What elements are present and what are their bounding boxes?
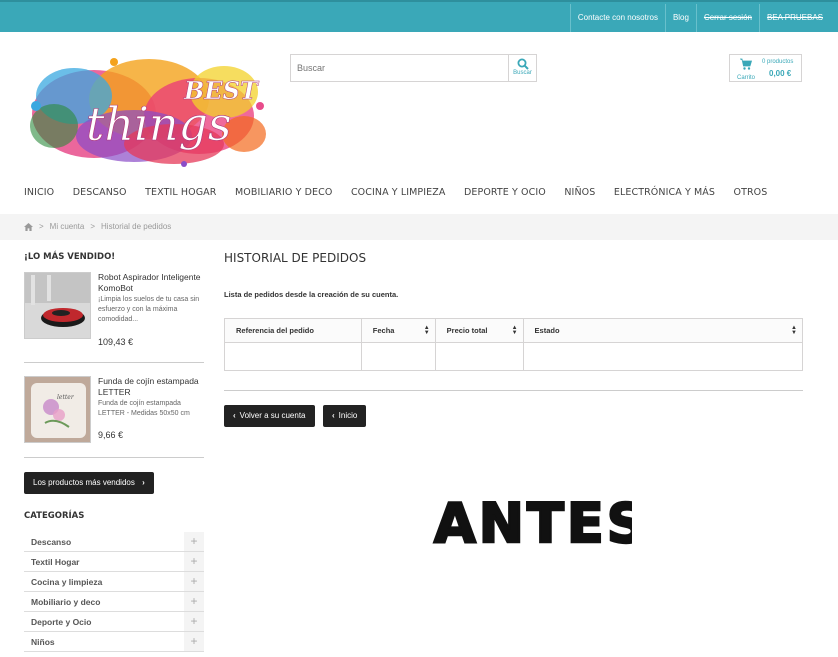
orders-table: Referencia del pedido Fecha ▲ ▼ Precio tot… [224, 318, 804, 371]
expand-plus-icon[interactable]: + [184, 632, 204, 651]
product-name[interactable]: Robot Aspirador Inteligente KomoBot [98, 272, 208, 294]
product-description: Funda de cojín estampada LETTER - Medida… [98, 400, 190, 417]
expand-plus-icon[interactable]: + [184, 572, 204, 591]
search-button[interactable]: Buscar [508, 55, 536, 81]
chevron-left-icon: ‹ [233, 411, 236, 420]
top-links: Contacte con nosotros Blog Cerrar sesión… [569, 4, 830, 32]
bestsellers-button[interactable]: Los productos más vendidos › [24, 472, 154, 494]
product-image-robot[interactable] [24, 272, 91, 339]
expand-plus-icon[interactable]: + [184, 532, 204, 551]
table-cell [360, 342, 436, 371]
table-row [224, 342, 804, 371]
sort-icon[interactable]: ▲ ▼ [512, 325, 518, 336]
home-icon[interactable] [24, 223, 33, 231]
antes-text: ANTES [434, 492, 632, 555]
chevron-right-icon: › [142, 478, 145, 487]
product-description: ¡Limpia los suelos de tu casa sin esfuer… [98, 296, 200, 323]
main-nav: INICIO DESCANSO TEXTIL HOGAR MOBILIARIO … [24, 184, 786, 202]
bestsellers-button-label: Los productos más vendidos [33, 478, 135, 487]
divider [224, 390, 803, 391]
bestsellers-title: ¡LO MÁS VENDIDO! [24, 252, 116, 262]
expand-plus-icon[interactable]: + [184, 552, 204, 571]
nav-item-textil-hogar[interactable]: TEXTIL HOGAR [145, 184, 216, 202]
search-icon [517, 58, 529, 70]
page-info: Lista de pedidos desde la creación de su… [224, 290, 399, 299]
nav-item-inicio[interactable]: INICIO [24, 184, 54, 202]
breadcrumb-separator: > [39, 222, 44, 231]
expand-plus-icon[interactable]: + [184, 612, 204, 631]
category-item[interactable]: Descanso + [24, 532, 204, 552]
page-title: HISTORIAL DE PEDIDOS [224, 251, 367, 265]
back-to-account-button[interactable]: ‹ Volver a su cuenta [224, 405, 315, 427]
breadcrumb-current: Historial de pedidos [101, 222, 172, 231]
logo-things-text: things [86, 97, 232, 151]
column-header-reference[interactable]: Referencia del pedido [224, 318, 362, 343]
cart-count: 0 productos [762, 59, 794, 65]
category-item[interactable]: Niños + [24, 632, 204, 652]
expand-plus-icon[interactable]: + [184, 592, 204, 611]
category-label[interactable]: Cocina y limpieza [31, 572, 102, 592]
blog-link[interactable]: Blog [664, 4, 696, 32]
category-label[interactable]: Descanso [31, 532, 71, 552]
category-label[interactable]: Niños [31, 632, 55, 652]
cart-total: 0,00 € [769, 69, 792, 78]
category-label[interactable]: Textil Hogar [31, 552, 80, 572]
category-item[interactable]: Textil Hogar + [24, 552, 204, 572]
column-header-status[interactable]: Estado ▲ ▼ [522, 318, 804, 343]
nav-item-electronica[interactable]: ELECTRÓNICA Y MÁS [614, 184, 715, 202]
nav-item-mobiliario[interactable]: MOBILIARIO Y DECO [235, 184, 332, 202]
categories-list: Descanso + Textil Hogar + Cocina y limpi… [24, 532, 204, 652]
bestseller-product[interactable]: letter Funda de cojín estampada LETTER F… [24, 376, 204, 456]
cart-label: Carrito [736, 75, 755, 81]
sort-icon[interactable]: ▲ ▼ [424, 325, 430, 336]
column-header-date[interactable]: Fecha ▲ ▼ [360, 318, 436, 343]
site-logo[interactable]: BEST things [24, 44, 270, 170]
home-button[interactable]: ‹ Inicio [323, 405, 367, 427]
sort-icon[interactable]: ▲ ▼ [791, 325, 797, 336]
bestseller-product[interactable]: Robot Aspirador Inteligente KomoBot ¡Lim… [24, 272, 204, 352]
account-name-link[interactable]: BEA PRUEBAS [758, 4, 830, 32]
table-cell [224, 342, 362, 371]
categories-title: CATEGORÍAS [24, 511, 85, 521]
back-button-label: Volver a su cuenta [239, 411, 306, 420]
nav-item-cocina[interactable]: COCINA Y LIMPIEZA [351, 184, 446, 202]
divider [24, 362, 204, 363]
category-label[interactable]: Mobiliario y deco [31, 592, 100, 612]
cart-icon [740, 58, 753, 70]
category-item[interactable]: Cocina y limpieza + [24, 572, 204, 592]
nav-item-deporte[interactable]: DEPORTE Y OCIO [464, 184, 546, 202]
antes-annotation: ANTES [433, 491, 632, 555]
svg-text:letter: letter [57, 394, 75, 401]
search-button-label: Buscar [513, 70, 532, 76]
product-price: 9,66 € [98, 430, 124, 440]
table-cell [522, 342, 804, 371]
home-button-label: Inicio [338, 411, 358, 420]
column-header-total[interactable]: Precio total ▲ ▼ [434, 318, 524, 343]
search-input[interactable] [291, 55, 509, 81]
nav-item-otros[interactable]: OTROS [734, 184, 768, 202]
cart-widget[interactable]: Carrito 0 productos 0,00 € [729, 54, 802, 82]
breadcrumb-separator: > [90, 222, 96, 231]
nav-item-ninos[interactable]: NIÑOS [564, 184, 595, 202]
category-item[interactable]: Mobiliario y deco + [24, 592, 204, 612]
breadcrumb-bar: > Mi cuenta > Historial de pedidos [0, 214, 838, 240]
logout-link[interactable]: Cerrar sesión [695, 4, 759, 32]
product-image-cushion[interactable]: letter [24, 376, 91, 443]
breadcrumb-my-account[interactable]: Mi cuenta [50, 214, 85, 240]
top-bar: Contacte con nosotros Blog Cerrar sesión… [0, 0, 838, 32]
contact-link[interactable]: Contacte con nosotros [569, 4, 665, 32]
category-item[interactable]: Deporte y Ocio + [24, 612, 204, 632]
search-box: Buscar [290, 54, 537, 82]
table-cell [434, 342, 524, 371]
product-name[interactable]: Funda de cojín estampada LETTER [98, 376, 208, 398]
table-header-row: Referencia del pedido Fecha ▲ ▼ Precio tot… [224, 318, 804, 343]
breadcrumb: > Mi cuenta > Historial de pedidos [24, 214, 171, 240]
chevron-left-icon: ‹ [332, 411, 335, 420]
product-price: 109,43 € [98, 337, 134, 347]
category-label[interactable]: Deporte y Ocio [31, 612, 91, 632]
divider [24, 457, 204, 458]
nav-item-descanso[interactable]: DESCANSO [73, 184, 127, 202]
